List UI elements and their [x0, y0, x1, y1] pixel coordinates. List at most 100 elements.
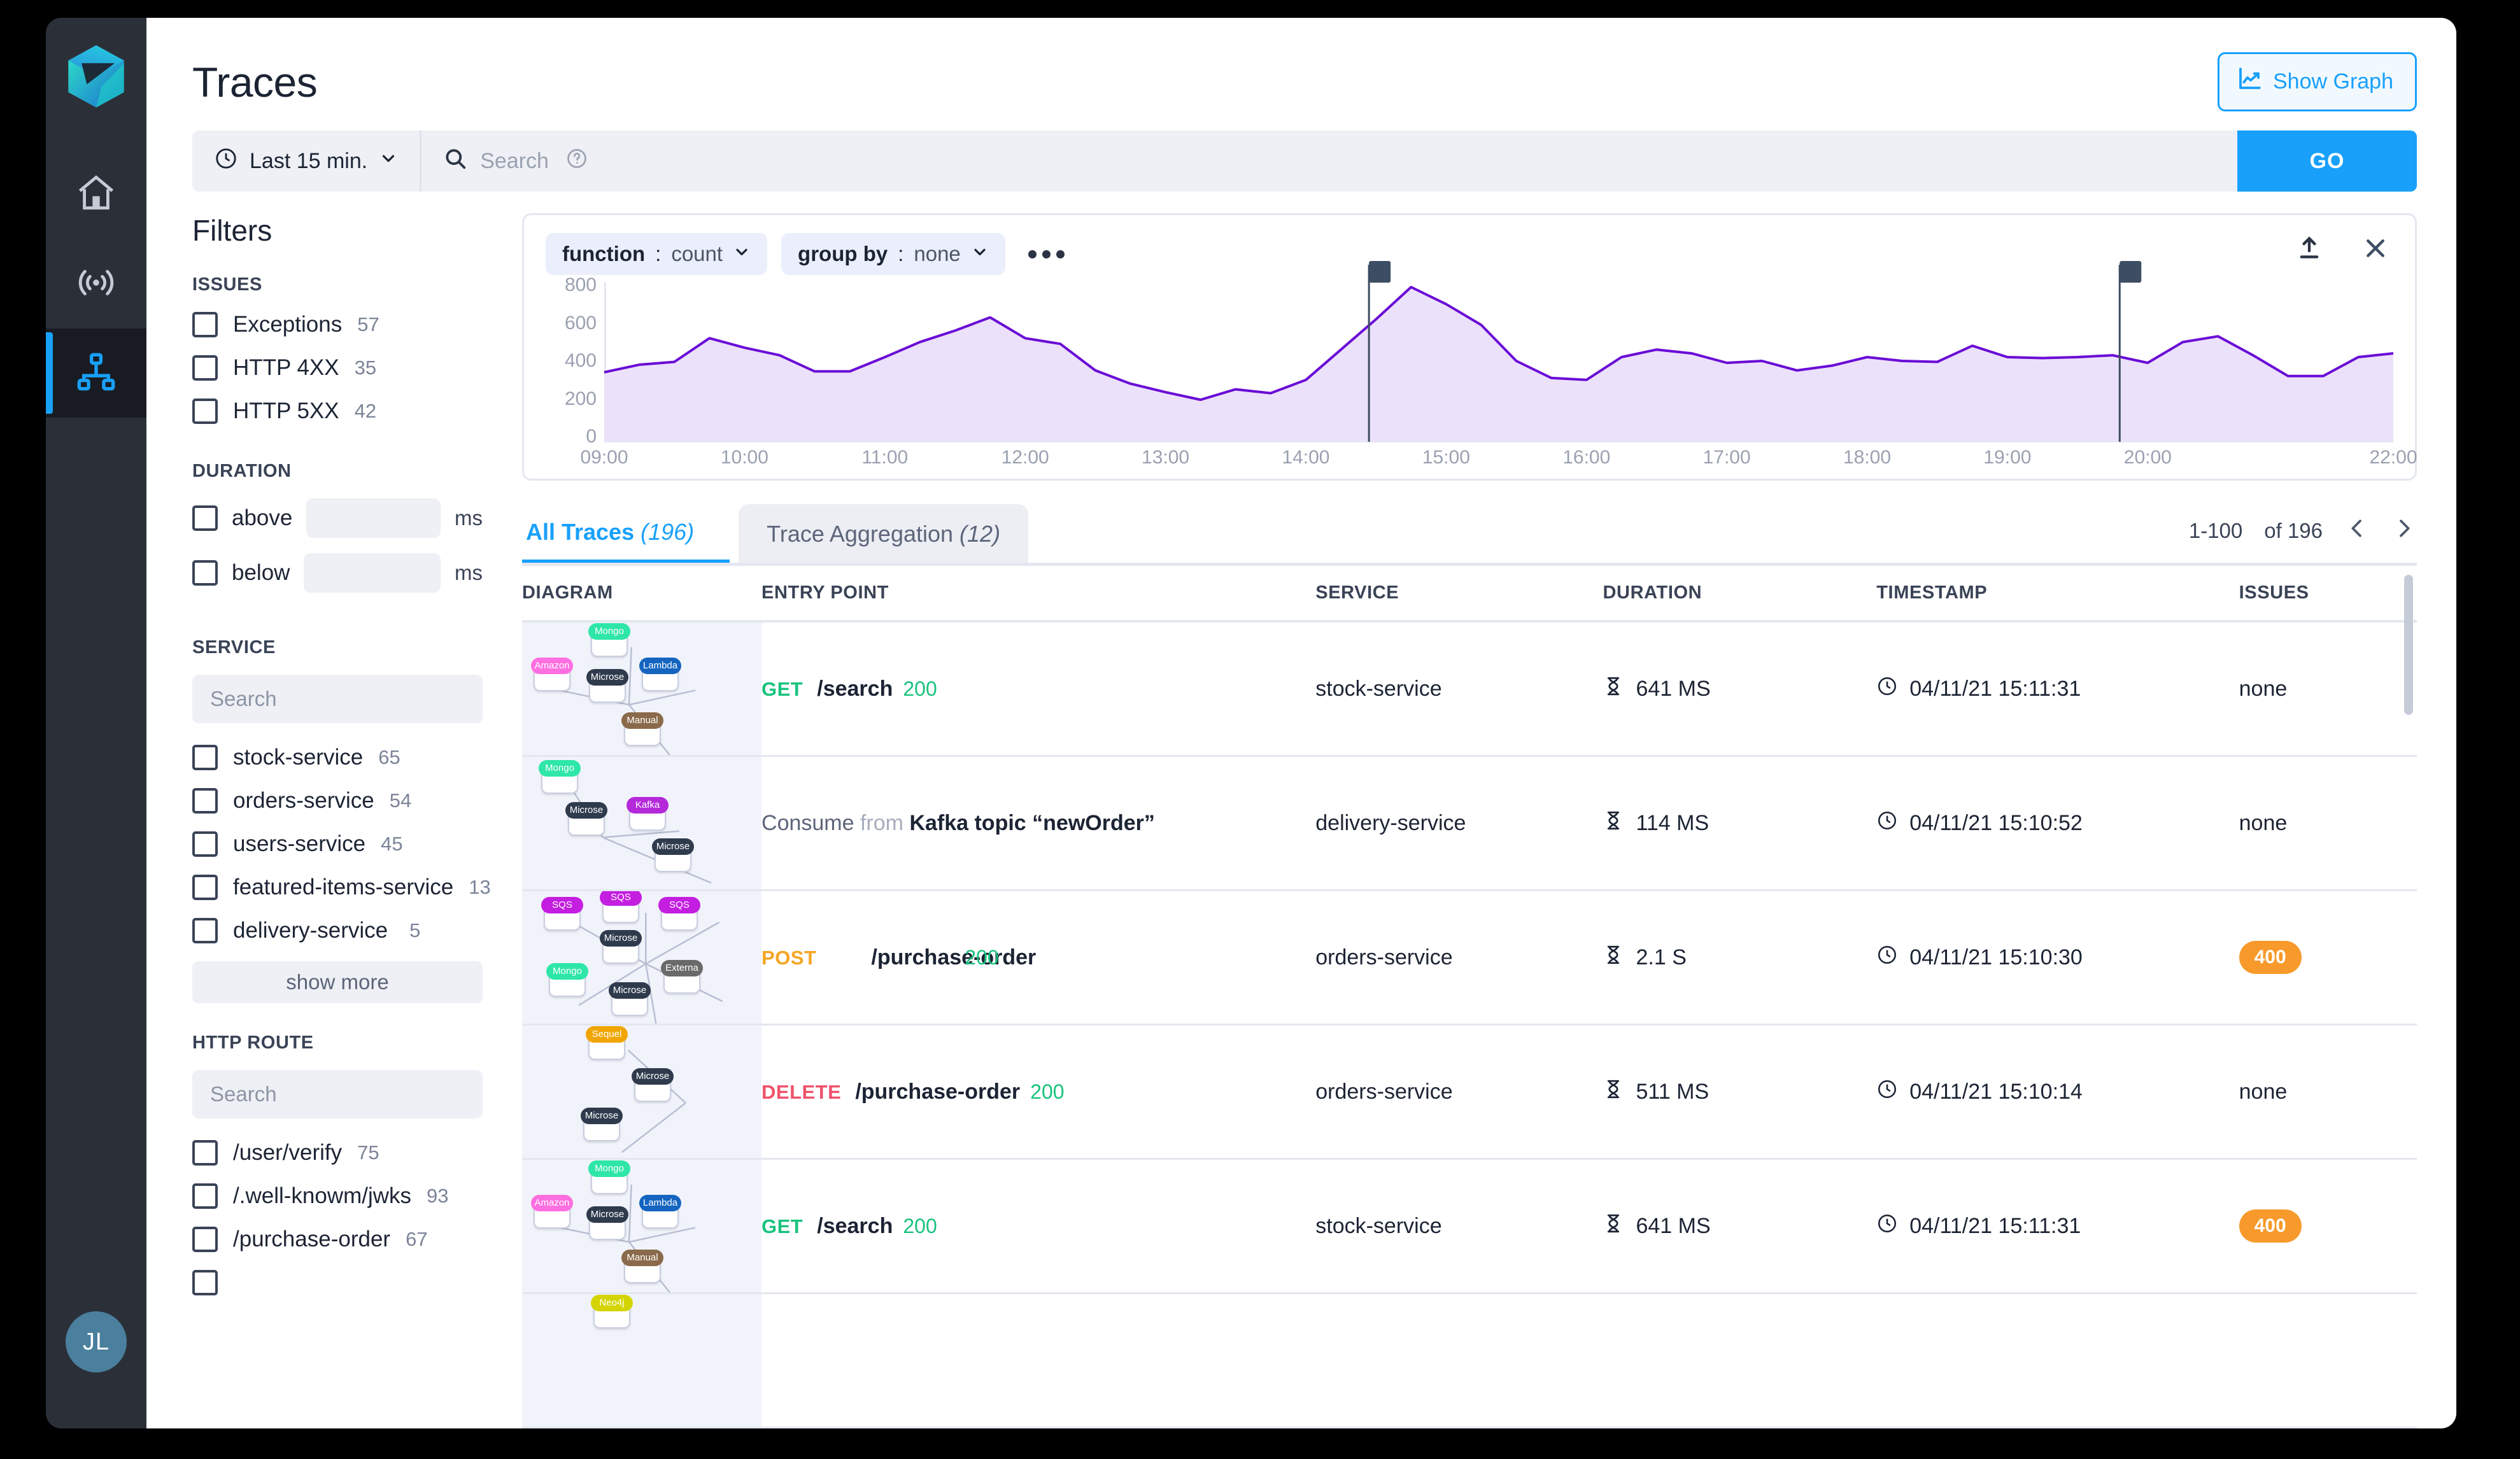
chevron-down-icon: [733, 242, 751, 266]
diagram-node: Neo4j: [593, 1299, 630, 1329]
chart-more-options-button[interactable]: [1019, 244, 1073, 265]
checkbox[interactable]: [192, 788, 218, 814]
chevron-down-icon: [379, 149, 398, 174]
table-row[interactable]: SQSSQSSQSMicroseMongoExternaMicrosePOST/…: [522, 891, 2417, 1025]
checkbox[interactable]: [192, 398, 218, 424]
tab-trace-aggregation[interactable]: Trace Aggregation (12): [739, 504, 1028, 563]
avatar[interactable]: JL: [66, 1311, 127, 1372]
trace-diagram[interactable]: MongoMicroseKafkaMicrose: [522, 757, 761, 889]
tab-all-traces[interactable]: All Traces (196): [522, 502, 730, 563]
vertical-scrollbar[interactable]: [2404, 575, 2413, 715]
diagram-node: Microse: [634, 1073, 671, 1102]
chevron-left-icon[interactable]: [2344, 516, 2370, 546]
show-graph-button[interactable]: Show Graph: [2218, 52, 2417, 111]
filters-title: Filters: [192, 213, 483, 248]
hourglass-icon: [1603, 675, 1624, 703]
trace-diagram[interactable]: MongoAmazonLambdaMicroseManual: [522, 623, 761, 755]
checkbox[interactable]: [192, 560, 218, 586]
diagram-node: Mongo: [591, 1165, 628, 1194]
table-row[interactable]: MongoAmazonLambdaMicroseManualGET/search…: [522, 1159, 2417, 1293]
filter-route-jwks[interactable]: /.well-knowm/jwks 93: [192, 1183, 483, 1209]
filter-http-5xx[interactable]: HTTP 5XX 42: [192, 398, 483, 424]
checkbox[interactable]: [192, 745, 218, 770]
function-key: function: [562, 242, 645, 266]
x-tick: 10:00: [721, 447, 768, 469]
trace-diagram[interactable]: SQSSQSSQSMicroseMongoExternaMicrose: [522, 891, 761, 1024]
cell-empty: [2239, 1293, 2417, 1428]
checkbox[interactable]: [192, 1270, 218, 1295]
filter-route-user-verify[interactable]: /user/verify 75: [192, 1140, 483, 1166]
tab-count: (196): [641, 519, 694, 545]
cell-diagram: SequelMicroseMicrose: [522, 1025, 761, 1159]
checkbox[interactable]: [192, 831, 218, 857]
filter-users-service[interactable]: users-service 45: [192, 831, 483, 857]
function-value: count: [671, 242, 723, 266]
trace-diagram[interactable]: Neo4j: [522, 1294, 761, 1427]
trace-diagram[interactable]: SequelMicroseMicrose: [522, 1026, 761, 1158]
diagram-node: Microse: [589, 673, 626, 703]
sidebar-item-live[interactable]: [46, 239, 146, 328]
hourglass-icon: [1603, 1213, 1624, 1240]
chart-panel: function: count group by: none: [522, 213, 2417, 481]
filter-route-extra[interactable]: [192, 1270, 483, 1295]
filter-duration-above[interactable]: above ms: [192, 498, 483, 538]
filter-http-4xx[interactable]: HTTP 4XX 35: [192, 355, 483, 381]
close-icon[interactable]: [2361, 234, 2389, 265]
upload-icon[interactable]: [2295, 234, 2323, 265]
sidebar-item-traces[interactable]: [46, 328, 146, 418]
filter-stock-service[interactable]: stock-service 65: [192, 745, 483, 770]
duration-above-input[interactable]: [306, 498, 441, 538]
table-row[interactable]: SequelMicroseMicroseDELETE/purchase-orde…: [522, 1025, 2417, 1159]
table-row[interactable]: Neo4j: [522, 1293, 2417, 1428]
cell-issues: none: [2239, 756, 2417, 891]
group-by-value: none: [914, 242, 960, 266]
time-range-selector[interactable]: Last 15 min.: [192, 130, 421, 192]
duration-value: 511 MS: [1636, 1080, 1709, 1104]
traces-table: DIAGRAM ENTRY POINT SERVICE DURATION TIM…: [522, 566, 2417, 1428]
table-row[interactable]: MongoAmazonLambdaMicroseManualGET/search…: [522, 621, 2417, 756]
filter-count: 5: [409, 919, 420, 942]
function-selector[interactable]: function: count: [546, 233, 767, 275]
duration-below-input[interactable]: [304, 553, 441, 593]
filter-label: Exceptions: [233, 312, 342, 337]
app-logo-icon[interactable]: [63, 43, 129, 109]
http-route-search-input[interactable]: [192, 1070, 483, 1118]
checkbox[interactable]: [192, 312, 218, 337]
filter-duration-below[interactable]: below ms: [192, 553, 483, 593]
traces-table-scroll[interactable]: DIAGRAM ENTRY POINT SERVICE DURATION TIM…: [522, 566, 2417, 1428]
filter-exceptions[interactable]: Exceptions 57: [192, 312, 483, 337]
diagram-node: Amazon: [534, 662, 570, 691]
checkbox[interactable]: [192, 1140, 218, 1166]
service-search-input[interactable]: [192, 675, 483, 723]
group-by-selector[interactable]: group by: none: [781, 233, 1005, 275]
trace-diagram[interactable]: MongoAmazonLambdaMicroseManual: [522, 1160, 761, 1292]
diagram-node: Lambda: [642, 662, 679, 691]
filter-featured-items-service[interactable]: featured-items-service 13: [192, 875, 483, 900]
search-input-wrap[interactable]: Search: [421, 130, 2237, 192]
checkbox[interactable]: [192, 875, 218, 900]
checkbox[interactable]: [192, 505, 218, 531]
filter-delivery-service[interactable]: delivery-service 5: [192, 918, 483, 943]
question-circle-icon[interactable]: [565, 147, 588, 176]
diagram-node: Mongo: [541, 765, 578, 794]
sidebar-item-home[interactable]: [46, 150, 146, 239]
cell-issues: none: [2239, 621, 2417, 756]
filter-label: orders-service: [233, 788, 374, 814]
duration-value: 641 MS: [1636, 1214, 1710, 1239]
checkbox[interactable]: [192, 918, 218, 943]
traces-area-chart[interactable]: 0200400600800 09:0010:0011:0012:0013:001…: [546, 283, 2393, 467]
chevron-right-icon[interactable]: [2391, 516, 2417, 546]
table-row[interactable]: MongoMicroseKafkaMicroseConsume from Kaf…: [522, 756, 2417, 891]
checkbox[interactable]: [192, 1183, 218, 1209]
diagram-node: Kafka: [629, 801, 666, 831]
filter-route-purchase-order[interactable]: /purchase-order 67: [192, 1227, 483, 1252]
timestamp-value: 04/11/21 15:10:52: [1909, 811, 2083, 836]
go-button[interactable]: GO: [2237, 130, 2417, 192]
checkbox[interactable]: [192, 355, 218, 381]
filter-count: 54: [390, 789, 411, 812]
show-more-services-button[interactable]: show more: [192, 961, 483, 1003]
checkbox[interactable]: [192, 1227, 218, 1252]
filter-count: 57: [357, 313, 379, 336]
filter-orders-service[interactable]: orders-service 54: [192, 788, 483, 814]
chart-actions: [2295, 234, 2389, 265]
